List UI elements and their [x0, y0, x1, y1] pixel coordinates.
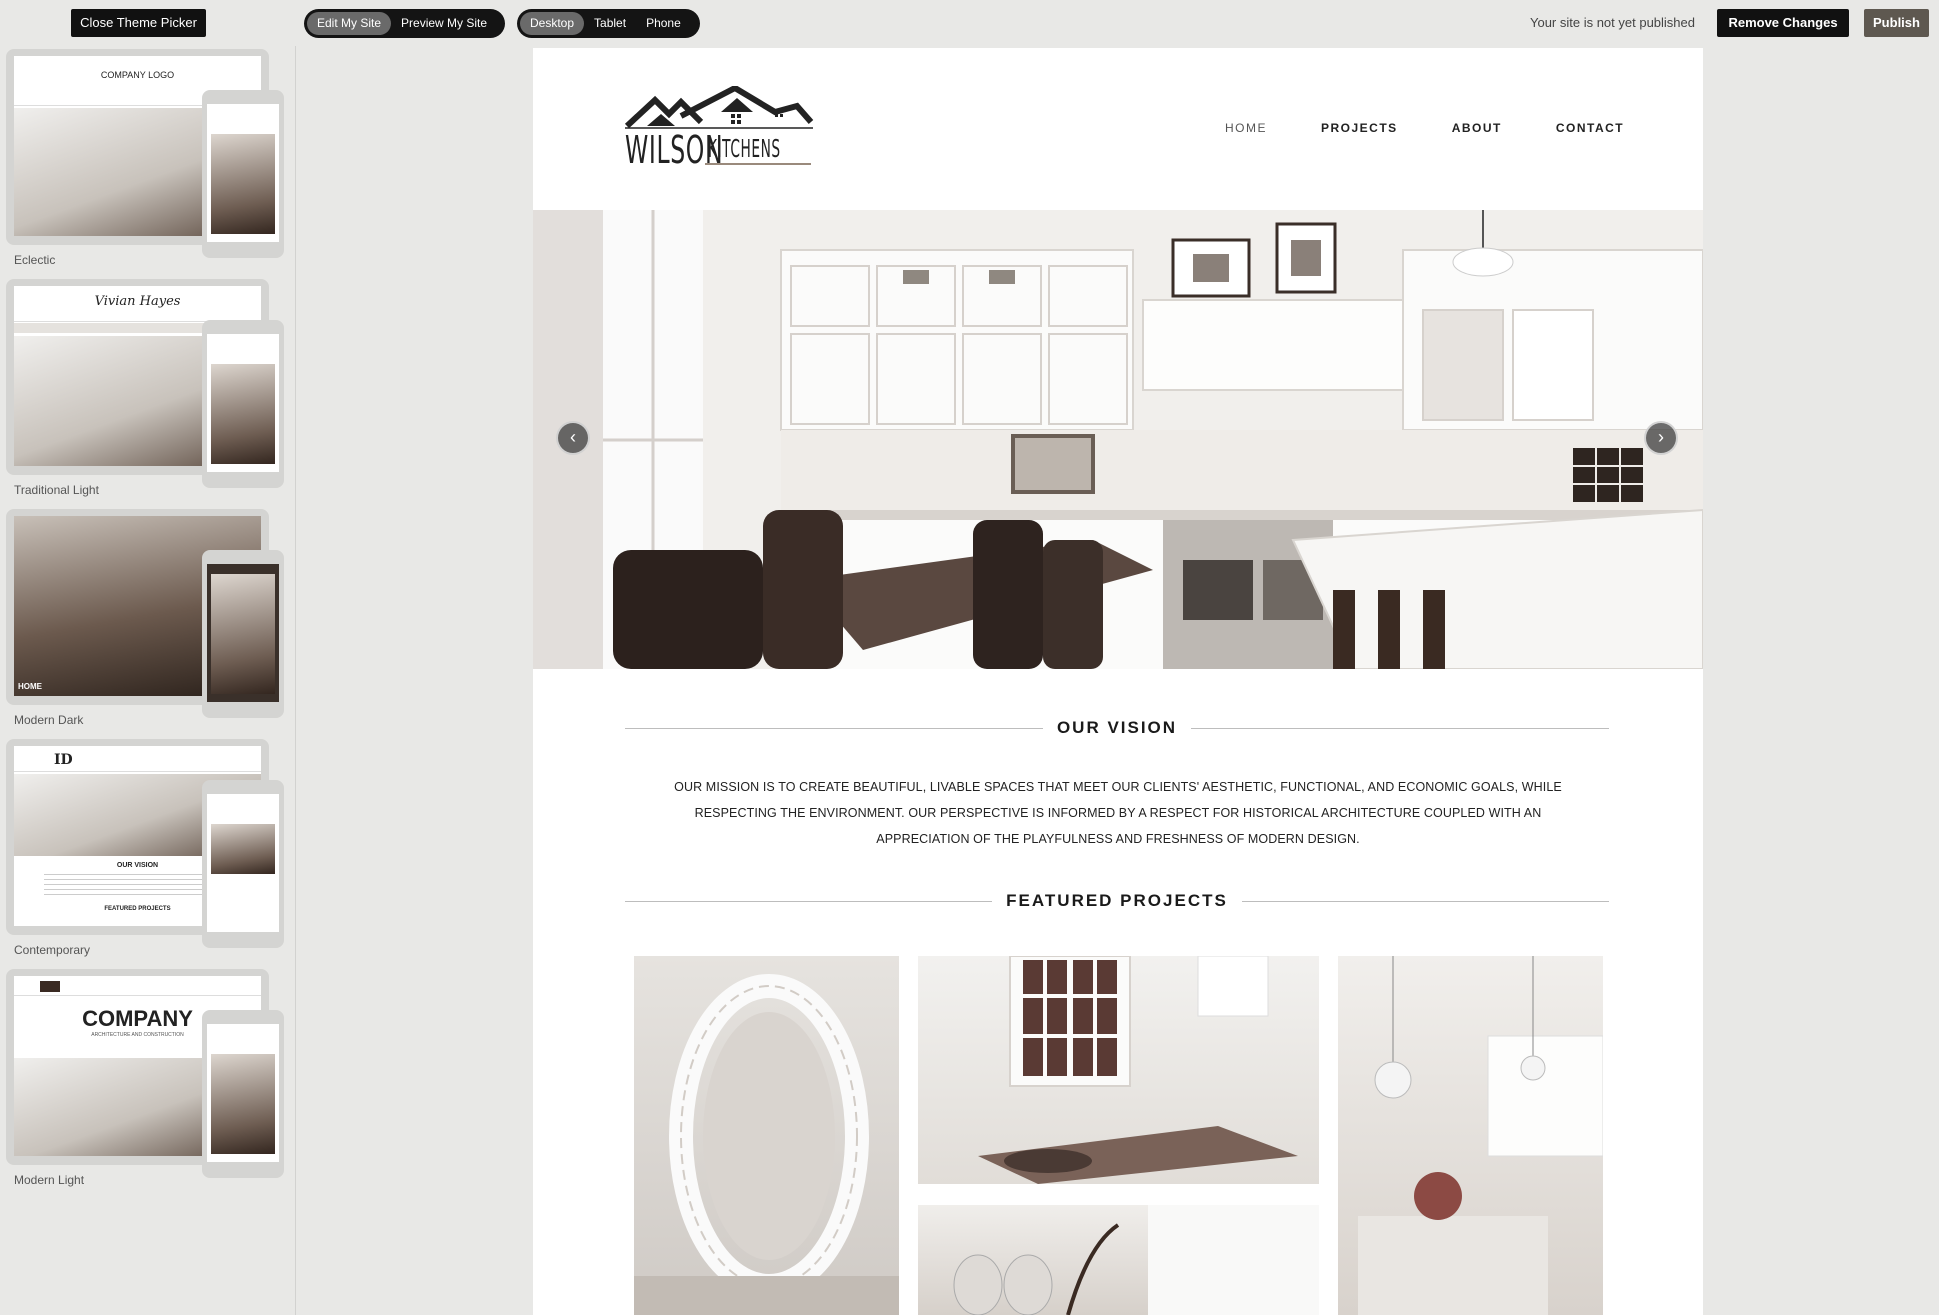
theme-picker-sidebar: COMPANY LOGO Eclectic Vivian Hayes Tradi… [0, 46, 296, 1315]
theme-card-contemporary[interactable]: ID OUR VISION FEATURED PROJECTS Contempo… [6, 739, 284, 969]
nav-about[interactable]: ABOUT [1452, 121, 1502, 135]
glassware-image [953, 1205, 1319, 1315]
vision-heading: OUR VISION [1056, 718, 1178, 737]
nav-projects[interactable]: PROJECTS [1321, 121, 1398, 135]
theme-card-modern-dark[interactable]: HOME Modern Dark [6, 509, 284, 739]
theme-card-modern-light[interactable]: COMPANY ARCHITECTURE AND CONSTRUCTION Mo… [6, 969, 284, 1199]
device-toggle: Desktop Tablet Phone [517, 9, 700, 38]
edit-my-site-button[interactable]: Edit My Site [307, 12, 392, 35]
theme-label: Traditional Light [14, 483, 99, 497]
kitchen-hero-image [533, 210, 1703, 669]
publish-status: Your site is not yet published [1529, 15, 1695, 30]
nav-home[interactable]: HOME [1225, 121, 1267, 135]
mission-statement: OUR MISSION IS TO CREATE BEAUTIFUL, LIVA… [663, 774, 1573, 852]
site-preview-canvas: WILSON KITCHENS HOME PROJECTS ABOUT CONT… [533, 48, 1703, 1315]
mode-toggle: Edit My Site Preview My Site [304, 9, 505, 38]
site-nav: HOME PROJECTS ABOUT CONTACT [1225, 121, 1624, 135]
theme-card-eclectic[interactable]: COMPANY LOGO Eclectic [6, 49, 284, 279]
theme-label: Contemporary [14, 943, 91, 957]
mission-line: OUR MISSION IS TO CREATE BEAUTIFUL, LIVA… [674, 780, 1562, 794]
theme-label: Modern Light [14, 1173, 85, 1187]
site-header: WILSON KITCHENS HOME PROJECTS ABOUT CONT… [533, 48, 1703, 210]
vision-section-title: OUR VISION [625, 718, 1609, 738]
theme-phone-preview [202, 780, 284, 948]
site-logo[interactable]: WILSON KITCHENS [624, 84, 815, 176]
theme-label: Modern Dark [14, 713, 84, 727]
close-theme-picker-button[interactable]: Close Theme Picker [71, 9, 206, 37]
theme-preview-logo: Vivian Hayes [94, 294, 181, 309]
featured-section-title: FEATURED PROJECTS [625, 891, 1609, 911]
slideshow-prev-arrow-icon[interactable]: ‹ [556, 421, 590, 455]
theme-phone-preview [202, 550, 284, 718]
top-toolbar: Close Theme Picker Edit My Site Preview … [0, 0, 1939, 46]
logo-text-kitchens: KITCHENS [708, 134, 781, 163]
mission-line: APPRECIATION OF THE PLAYFULNESS AND FRES… [876, 832, 1360, 846]
nav-contact[interactable]: CONTACT [1556, 121, 1624, 135]
theme-preview-logo: HOME [18, 682, 42, 691]
theme-preview-logo: ID [54, 752, 73, 768]
hutch-dining-image [978, 956, 1298, 1184]
publish-button[interactable]: Publish [1864, 9, 1929, 37]
phone-view-button[interactable]: Phone [636, 12, 691, 35]
slideshow-next-arrow-icon[interactable]: › [1644, 421, 1678, 455]
theme-phone-preview [202, 1010, 284, 1178]
theme-phone-preview [202, 90, 284, 258]
theme-label: Eclectic [14, 253, 56, 267]
project-tile-mirror[interactable] [634, 956, 899, 1315]
mission-line: RESPECTING THE ENVIRONMENT. OUR PERSPECT… [694, 806, 1542, 820]
theme-preview-logo: COMPANY LOGO [100, 70, 175, 80]
theme-phone-preview [202, 320, 284, 488]
project-tile-kitchen[interactable] [1338, 956, 1603, 1315]
desktop-view-button[interactable]: Desktop [520, 12, 585, 35]
project-tile-hutch[interactable] [918, 956, 1319, 1184]
preview-my-site-button[interactable]: Preview My Site [391, 12, 497, 35]
ornate-mirror-image [634, 974, 899, 1315]
featured-heading: FEATURED PROJECTS [1006, 891, 1228, 910]
white-kitchen-image [1358, 956, 1603, 1315]
theme-card-traditional-light[interactable]: Vivian Hayes Traditional Light [6, 279, 284, 509]
remove-changes-button[interactable]: Remove Changes [1717, 9, 1849, 37]
tablet-view-button[interactable]: Tablet [584, 12, 636, 35]
hero-slideshow: ‹ › [533, 210, 1703, 669]
project-tile-glassware[interactable] [918, 1205, 1319, 1315]
